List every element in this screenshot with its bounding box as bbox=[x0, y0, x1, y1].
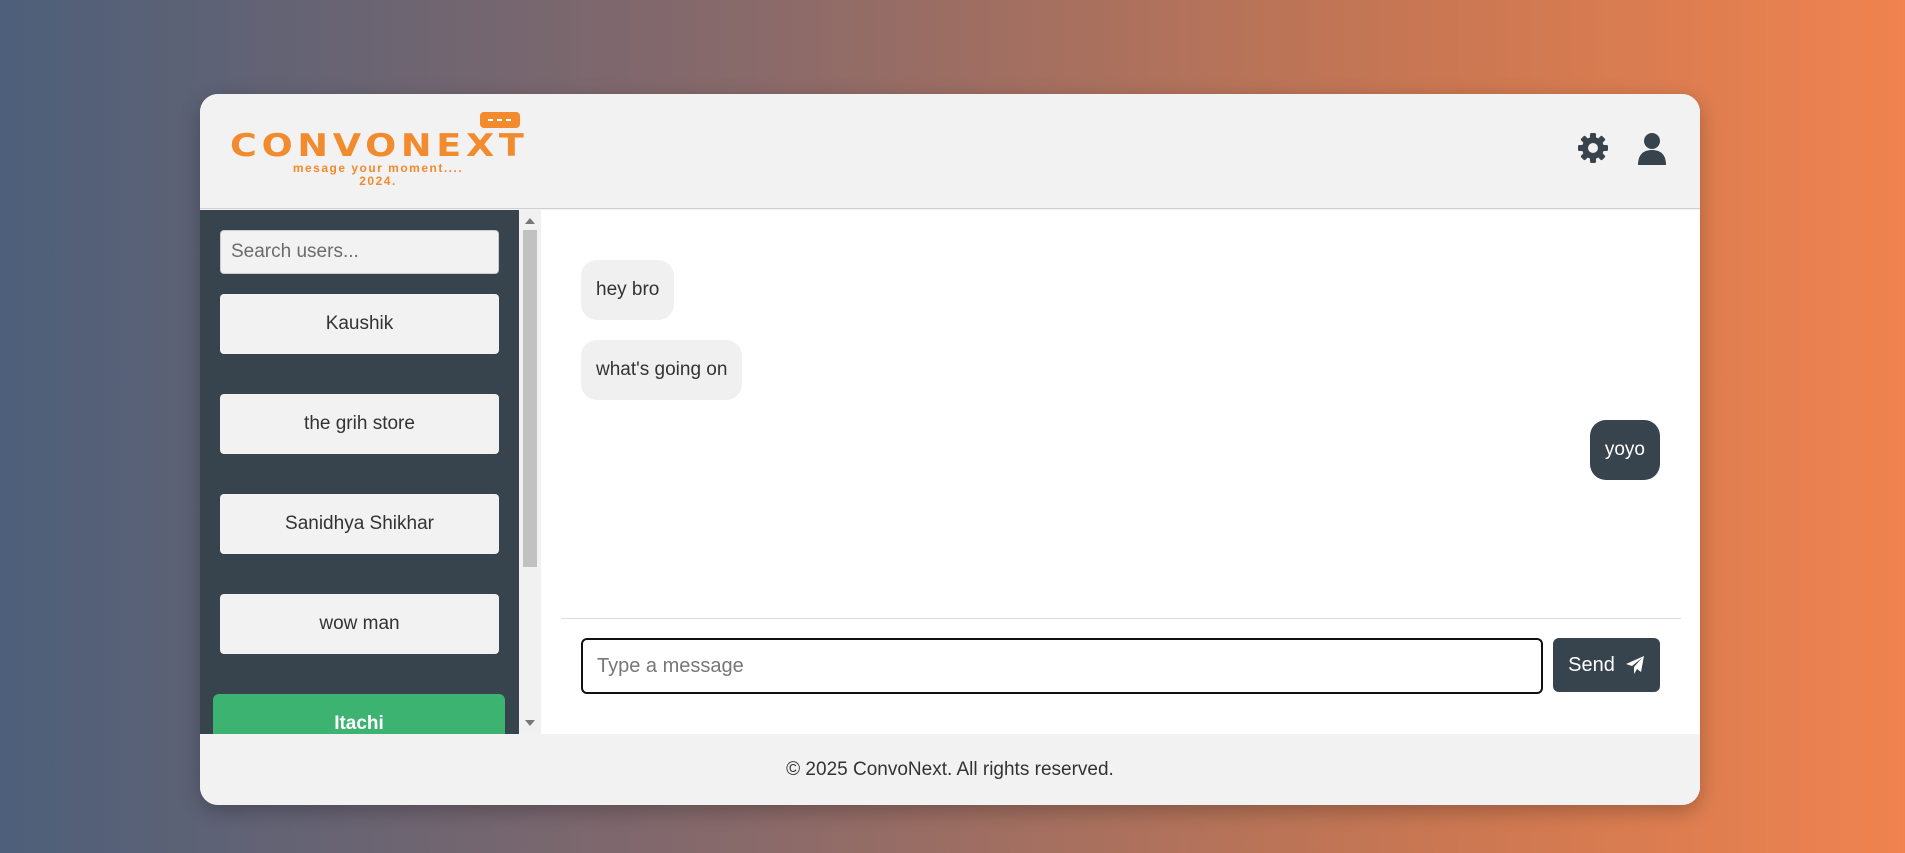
paper-plane-icon bbox=[1625, 656, 1644, 674]
user-list: Kaushik the grih store Sanidhya Shikhar … bbox=[200, 210, 519, 734]
user-item-itachi[interactable]: Itachi bbox=[213, 694, 505, 734]
search-users-input[interactable] bbox=[220, 230, 499, 274]
send-button[interactable]: Send bbox=[1553, 638, 1660, 692]
user-item-sanidhya-shikhar[interactable]: Sanidhya Shikhar bbox=[220, 494, 499, 554]
logo-bubble-icon bbox=[480, 112, 520, 128]
chat-app-window: CONVONEXT mesage your moment.... 2024. S… bbox=[200, 94, 1700, 805]
message-input[interactable] bbox=[581, 638, 1543, 694]
logo-text: CONVONEXT bbox=[230, 128, 529, 164]
sidebar-scrollbar[interactable] bbox=[519, 210, 541, 734]
footer: © 2025 ConvoNext. All rights reserved. bbox=[200, 734, 1700, 805]
scrollbar-thumb[interactable] bbox=[523, 230, 537, 567]
user-item-wow-man[interactable]: wow man bbox=[220, 594, 499, 654]
message-outgoing: yoyo bbox=[1589, 420, 1660, 480]
logo-tagline: mesage your moment.... 2024. bbox=[292, 161, 464, 188]
chat-panel: hey bro what's going on yoyo Send bbox=[541, 210, 1700, 734]
scroll-up-arrow-icon[interactable] bbox=[525, 218, 535, 224]
app-header: CONVONEXT mesage your moment.... 2024. bbox=[200, 94, 1700, 209]
message-incoming: what's going on bbox=[581, 340, 743, 400]
divider bbox=[561, 618, 1681, 619]
user-sidebar: Kaushik the grih store Sanidhya Shikhar … bbox=[200, 210, 541, 734]
user-item-kaushik[interactable]: Kaushik bbox=[220, 294, 499, 354]
user-item-the-grih-store[interactable]: the grih store bbox=[220, 394, 499, 454]
send-label: Send bbox=[1568, 653, 1615, 676]
scroll-down-arrow-icon[interactable] bbox=[525, 720, 535, 726]
user-icon[interactable] bbox=[1634, 130, 1670, 166]
gear-icon[interactable] bbox=[1575, 130, 1611, 166]
message-incoming: hey bro bbox=[581, 260, 675, 320]
logo: CONVONEXT mesage your moment.... 2024. bbox=[230, 112, 530, 192]
